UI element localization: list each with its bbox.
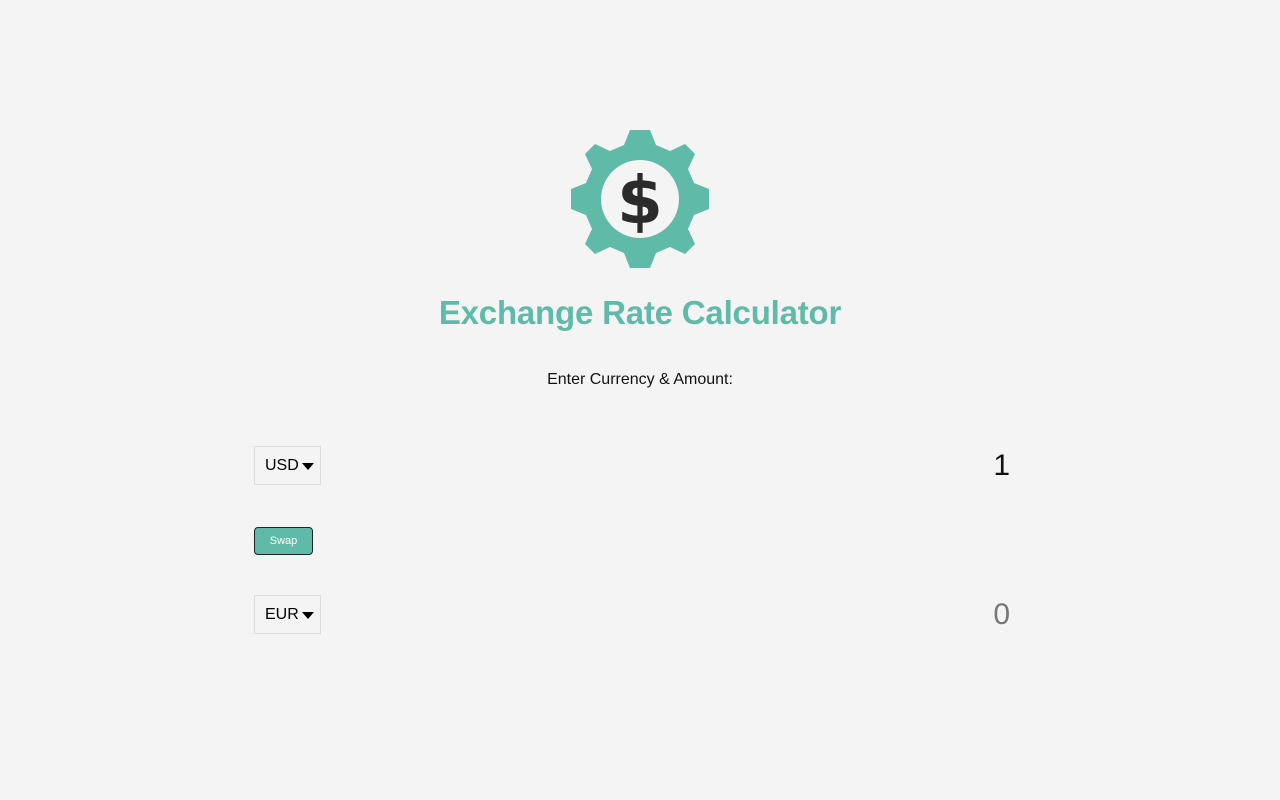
amount-two-input[interactable] bbox=[810, 598, 1010, 632]
currency-one-value: USD bbox=[265, 456, 299, 474]
app-container: $ Exchange Rate Calculator Enter Currenc… bbox=[0, 0, 1280, 800]
currency-two-value: EUR bbox=[265, 605, 299, 623]
chevron-down-icon bbox=[301, 462, 314, 470]
page-title: Exchange Rate Calculator bbox=[438, 294, 842, 331]
dollar-sign: $ bbox=[617, 162, 663, 239]
amount-one-input[interactable] bbox=[810, 449, 1010, 483]
gear-dollar-icon: $ bbox=[571, 130, 709, 268]
swap-button[interactable]: Swap bbox=[254, 527, 313, 555]
currency-two-select[interactable]: EUR bbox=[254, 595, 321, 634]
currency-one-select[interactable]: USD bbox=[254, 446, 321, 485]
instruction-text: Enter Currency & Amount: bbox=[547, 371, 733, 388]
chevron-down-icon bbox=[301, 611, 314, 619]
